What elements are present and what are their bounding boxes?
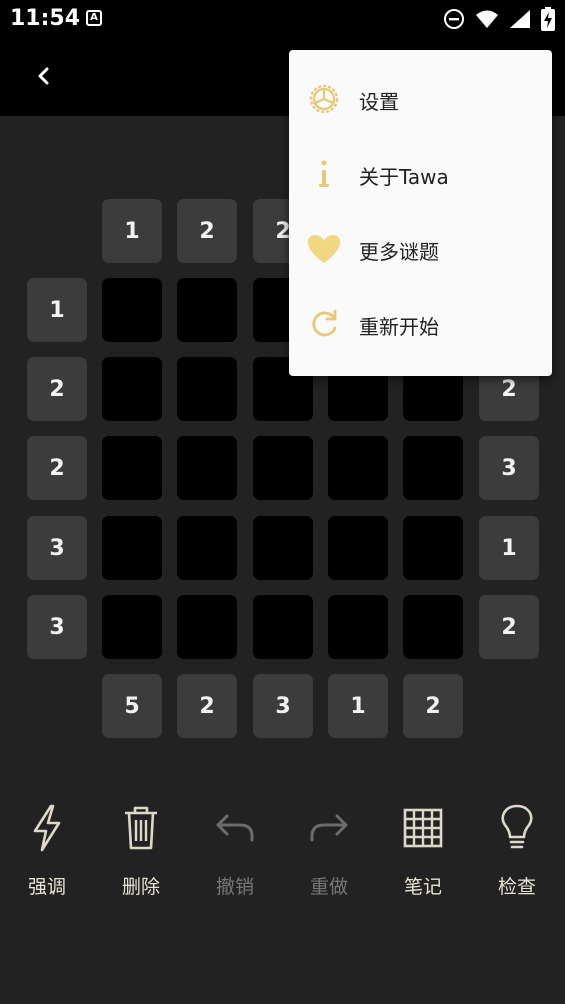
overflow-menu: 设置 关于Tawa 更多谜题 重新开始: [289, 50, 552, 376]
undo-icon: [214, 810, 256, 850]
grid-cell[interactable]: [177, 595, 237, 659]
emphasize-button[interactable]: 强调: [0, 800, 94, 910]
lightbulb-icon: [499, 804, 535, 856]
restart-icon: [307, 307, 341, 345]
grid-cell[interactable]: [177, 436, 237, 500]
grid-cell[interactable]: [102, 278, 162, 342]
app-notification-icon: A: [86, 10, 102, 26]
left-clue: 3: [27, 595, 87, 659]
grid-cell[interactable]: [102, 595, 162, 659]
dnd-icon: [443, 8, 465, 34]
toolbar-label: 删除: [121, 876, 160, 898]
toolbar-label: 重做: [309, 876, 348, 898]
right-clue: 3: [479, 436, 539, 500]
trash-icon: [121, 804, 161, 856]
menu-item-about[interactable]: 关于Tawa: [289, 138, 552, 213]
undo-button[interactable]: 撤销: [188, 800, 282, 910]
grid-cell[interactable]: [177, 278, 237, 342]
toolbar-label: 撤销: [215, 876, 254, 898]
bottom-clue: 5: [102, 674, 162, 738]
lightning-icon: [30, 804, 64, 856]
notes-button[interactable]: 笔记: [376, 800, 470, 910]
toolbar-label: 检查: [497, 876, 536, 898]
info-icon: [314, 158, 334, 194]
grid-cell[interactable]: [253, 516, 313, 580]
chevron-left-icon: [34, 66, 54, 90]
check-button[interactable]: 检查: [470, 800, 564, 910]
status-time: 11:54: [10, 6, 81, 31]
top-clue: 1: [102, 199, 162, 263]
right-clue: 2: [479, 595, 539, 659]
right-clue: 1: [479, 516, 539, 580]
left-clue: 2: [27, 357, 87, 421]
grid-cell[interactable]: [328, 436, 388, 500]
grid-cell[interactable]: [102, 516, 162, 580]
wifi-icon: [475, 9, 499, 33]
signal-icon: [509, 9, 531, 33]
grid-cell[interactable]: [403, 595, 463, 659]
grid-cell[interactable]: [253, 595, 313, 659]
status-bar: 11:54 A: [0, 0, 565, 38]
heart-icon: [306, 233, 342, 269]
left-clue: 3: [27, 516, 87, 580]
menu-item-label: 重新开始: [359, 315, 439, 339]
grid-cell[interactable]: [403, 516, 463, 580]
menu-item-label: 设置: [359, 90, 399, 114]
status-icons: [443, 7, 555, 35]
grid-cell[interactable]: [253, 436, 313, 500]
grid-cell[interactable]: [328, 595, 388, 659]
grid-cell[interactable]: [102, 436, 162, 500]
bottom-clue: 1: [328, 674, 388, 738]
left-clue: 1: [27, 278, 87, 342]
menu-item-settings[interactable]: 设置: [289, 63, 552, 138]
delete-button[interactable]: 删除: [94, 800, 188, 910]
grid-cell[interactable]: [102, 357, 162, 421]
grid-cell[interactable]: [328, 516, 388, 580]
grid-cell[interactable]: [177, 516, 237, 580]
back-button[interactable]: [24, 58, 64, 98]
menu-item-label: 更多谜题: [359, 240, 439, 264]
bottom-toolbar: 强调 删除 撤销 重做 笔记 检查: [0, 800, 565, 910]
bottom-clue: 2: [403, 674, 463, 738]
toolbar-label: 强调: [27, 876, 66, 898]
bottom-clue: 2: [177, 674, 237, 738]
settings-icon: [306, 81, 342, 121]
top-clue: 2: [177, 199, 237, 263]
battery-charging-icon: [541, 7, 555, 35]
grid-cell[interactable]: [403, 436, 463, 500]
grid-cell[interactable]: [177, 357, 237, 421]
grid-icon: [402, 807, 444, 853]
menu-item-restart[interactable]: 重新开始: [289, 288, 552, 363]
menu-item-label: 关于Tawa: [359, 165, 449, 189]
toolbar-label: 笔记: [403, 876, 442, 898]
menu-item-more-puzzles[interactable]: 更多谜题: [289, 213, 552, 288]
redo-icon: [308, 810, 350, 850]
redo-button[interactable]: 重做: [282, 800, 376, 910]
bottom-clue: 3: [253, 674, 313, 738]
left-clue: 2: [27, 436, 87, 500]
